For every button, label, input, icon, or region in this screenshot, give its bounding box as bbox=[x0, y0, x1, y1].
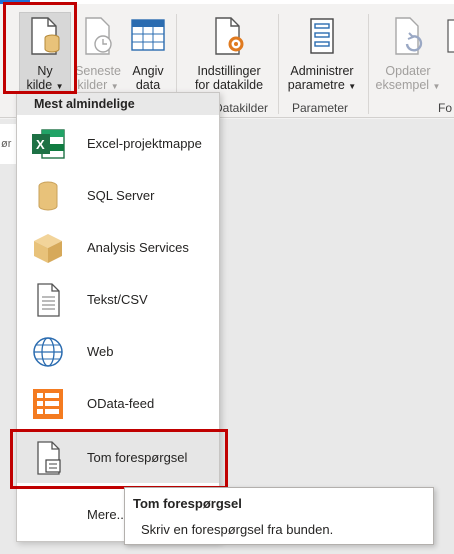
refresh-preview-label-2: eksempel ▼ bbox=[374, 78, 442, 94]
menu-item-sql-server[interactable]: SQL Server bbox=[17, 169, 219, 221]
chevron-down-icon: ▼ bbox=[110, 82, 119, 91]
manage-parameters-label-1: Administrer bbox=[290, 64, 354, 78]
group-label-partial: Fo bbox=[438, 101, 453, 115]
tooltip-description: Skriv en forespørgsel fra bunden. bbox=[141, 522, 334, 537]
data-source-settings-label-2: for datakilde bbox=[194, 78, 264, 92]
manage-parameters-label-2: parametre ▼ bbox=[284, 78, 360, 94]
menu-item-analysis-services[interactable]: Analysis Services bbox=[17, 221, 219, 273]
more-sources-link[interactable]: Mere... bbox=[87, 507, 127, 522]
recent-sources-label-1: Seneste bbox=[75, 64, 121, 78]
odata-icon bbox=[30, 386, 66, 422]
menu-item-label: Excel-projektmappe bbox=[87, 136, 202, 151]
dropdown-header: Mest almindelige bbox=[17, 93, 219, 115]
tooltip-title: Tom forespørgsel bbox=[133, 496, 242, 511]
menu-item-label: Analysis Services bbox=[87, 240, 189, 255]
menu-item-label: Web bbox=[87, 344, 114, 359]
menu-item-excel[interactable]: X Excel-projektmappe bbox=[17, 117, 219, 169]
refresh-preview-label-2-text: eksempel bbox=[375, 78, 430, 92]
new-source-label-1: Ny bbox=[37, 64, 53, 78]
chevron-down-icon: ▼ bbox=[432, 82, 441, 91]
blank-query-icon bbox=[30, 440, 66, 476]
database-document-icon bbox=[28, 16, 62, 56]
partial-button[interactable] bbox=[446, 16, 454, 56]
data-source-settings-button[interactable]: Indstillinger for datakilde bbox=[184, 16, 274, 92]
menu-item-label: SQL Server bbox=[87, 188, 155, 203]
text-file-icon bbox=[30, 282, 66, 318]
group-label-datakilder: Datakilder bbox=[214, 101, 269, 115]
data-source-settings-label-1: Indstillinger bbox=[197, 64, 261, 78]
enter-data-label-1: Angiv bbox=[132, 64, 164, 78]
new-source-dropdown: Mest almindelige X Excel-projektmappe SQ… bbox=[16, 92, 220, 542]
refresh-icon bbox=[391, 16, 425, 56]
group-separator bbox=[278, 14, 279, 114]
menu-item-label: Tom forespørgsel bbox=[87, 450, 188, 465]
globe-icon bbox=[30, 334, 66, 370]
enter-data-button[interactable]: Angiv data bbox=[126, 16, 170, 92]
new-source-button[interactable]: Ny kilde ▼ bbox=[21, 16, 69, 94]
new-source-label-2-text: kilde bbox=[26, 78, 53, 92]
manage-parameters-button[interactable]: Administrer parametre ▼ bbox=[284, 16, 360, 94]
enter-data-label-2: data bbox=[135, 78, 161, 92]
partial-icon bbox=[446, 16, 454, 56]
menu-item-label: OData-feed bbox=[87, 396, 155, 411]
parameters-icon bbox=[305, 16, 339, 56]
refresh-preview-label-1: Opdater bbox=[385, 64, 431, 78]
tooltip: Tom forespørgsel Skriv en forespørgsel f… bbox=[124, 487, 434, 545]
menu-item-odata-feed[interactable]: OData-feed bbox=[17, 377, 219, 429]
manage-parameters-label-2-text: parametre bbox=[287, 78, 345, 92]
menu-item-blank-query[interactable]: Tom forespørgsel bbox=[17, 431, 219, 483]
chevron-down-icon: ▼ bbox=[55, 82, 64, 91]
database-icon bbox=[30, 178, 66, 214]
excel-icon: X bbox=[30, 126, 66, 162]
recent-sources-icon bbox=[81, 16, 115, 56]
menu-item-web[interactable]: Web bbox=[17, 325, 219, 377]
table-icon bbox=[130, 16, 166, 56]
svg-text:X: X bbox=[36, 137, 45, 152]
recent-sources-label-2-text: kilder bbox=[77, 78, 108, 92]
chevron-down-icon: ▼ bbox=[348, 82, 357, 91]
refresh-preview-button[interactable]: Opdater eksempel ▼ bbox=[374, 16, 442, 94]
queries-pane-label: ør bbox=[1, 138, 12, 150]
cube-icon bbox=[30, 230, 66, 266]
gear-document-icon bbox=[212, 16, 246, 56]
menu-item-text-csv[interactable]: Tekst/CSV bbox=[17, 273, 219, 325]
group-separator bbox=[368, 14, 369, 114]
group-label-parameter: Parameter bbox=[292, 101, 349, 115]
menu-item-label: Tekst/CSV bbox=[87, 292, 148, 307]
recent-sources-button[interactable]: Seneste kilder ▼ bbox=[72, 16, 124, 94]
